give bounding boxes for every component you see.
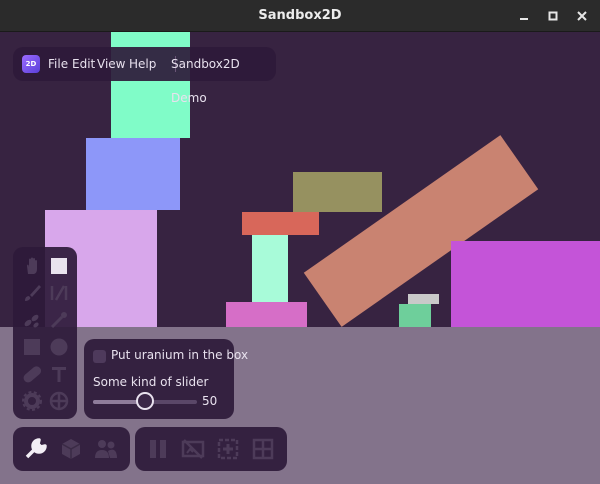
menu-help[interactable]: Help bbox=[129, 47, 156, 81]
hand-icon[interactable] bbox=[22, 256, 42, 276]
demo-title: Sandbox2D Demo bbox=[171, 57, 240, 105]
gear-icon[interactable] bbox=[22, 391, 42, 411]
cube-icon[interactable] bbox=[59, 437, 83, 461]
red-plank[interactable] bbox=[242, 212, 319, 235]
minimize-icon[interactable] bbox=[516, 8, 532, 24]
no-display-icon[interactable] bbox=[181, 437, 205, 461]
magenta-box[interactable] bbox=[451, 241, 600, 327]
window-title: Sandbox2D bbox=[258, 8, 342, 23]
menu-view[interactable]: View bbox=[97, 47, 125, 81]
app-logo: 2D bbox=[22, 55, 40, 73]
target-icon[interactable] bbox=[49, 391, 69, 411]
olive-plank[interactable] bbox=[293, 172, 382, 212]
wand-icon[interactable] bbox=[49, 310, 69, 330]
add-frame-icon[interactable] bbox=[216, 437, 240, 461]
menu-edit[interactable]: Edit bbox=[72, 47, 95, 81]
slider-knob[interactable] bbox=[136, 392, 154, 410]
joint-icon[interactable] bbox=[49, 283, 69, 303]
mode-panel bbox=[13, 427, 130, 471]
simulation-panel bbox=[135, 427, 287, 471]
wrench-icon[interactable] bbox=[24, 437, 48, 461]
maximize-icon[interactable] bbox=[545, 8, 561, 24]
tower-middle-box[interactable] bbox=[86, 138, 180, 210]
menu-bar: 2D File Edit View Help Sandbox2D Demo bbox=[13, 47, 276, 105]
menu-file[interactable]: File bbox=[48, 47, 68, 81]
slider-value: 50 bbox=[202, 394, 218, 408]
pause-icon[interactable] bbox=[146, 437, 170, 461]
text-icon[interactable] bbox=[49, 364, 69, 384]
pink-base[interactable] bbox=[226, 302, 307, 327]
grey-block[interactable] bbox=[408, 294, 439, 304]
circle-icon[interactable] bbox=[49, 337, 69, 357]
brush-icon[interactable] bbox=[22, 283, 42, 303]
rectangle-icon[interactable] bbox=[22, 337, 42, 357]
uranium-checkbox[interactable] bbox=[93, 350, 106, 363]
tool-panel bbox=[13, 247, 77, 419]
slider-label: Some kind of slider bbox=[93, 375, 209, 389]
grid-icon[interactable] bbox=[251, 437, 275, 461]
physics-scene[interactable]: 2D File Edit View Help Sandbox2D Demo Pu… bbox=[0, 32, 600, 484]
uranium-checkbox-label[interactable]: Put uranium in the box bbox=[111, 348, 248, 362]
people-icon[interactable] bbox=[94, 437, 118, 461]
window-titlebar: Sandbox2D bbox=[0, 0, 600, 32]
options-panel: Put uranium in the box Some kind of slid… bbox=[84, 339, 248, 419]
green-block[interactable] bbox=[399, 304, 431, 327]
select-square-icon[interactable] bbox=[49, 256, 69, 276]
close-icon[interactable] bbox=[574, 8, 590, 24]
mint-pillar[interactable] bbox=[252, 235, 288, 302]
scatter-icon[interactable] bbox=[22, 310, 42, 330]
capsule-icon[interactable] bbox=[22, 364, 42, 384]
